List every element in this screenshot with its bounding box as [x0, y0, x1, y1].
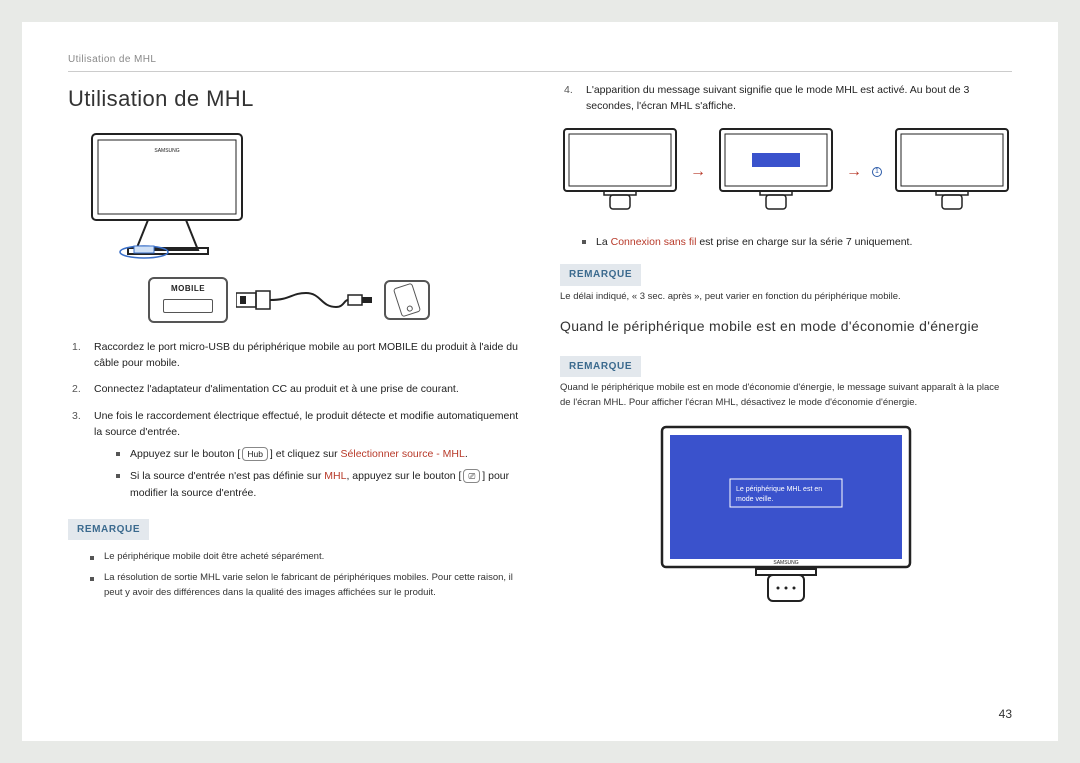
remarque-badge: REMARQUE — [560, 356, 641, 378]
cable-illustration: MOBILE — [148, 277, 520, 322]
arrow-icon: → — [690, 160, 706, 185]
phone-icon — [393, 283, 421, 318]
steps-list: Raccordez le port micro-USB du périphéri… — [72, 339, 520, 501]
arrow-icon: → — [846, 160, 862, 185]
remarque-badge: REMARQUE — [68, 519, 149, 541]
step-1: Raccordez le port micro-USB du périphéri… — [72, 339, 520, 372]
steps-list-continued: L'apparition du message suivant signifie… — [564, 82, 1012, 115]
step-2: Connectez l'adaptateur d'alimentation CC… — [72, 381, 520, 397]
manual-page: Utilisation de MHL Utilisation de MHL SA… — [22, 22, 1058, 741]
right-note-1: Le délai indiqué, « 3 sec. après », peut… — [560, 290, 1012, 305]
subsection-heading: Quand le périphérique mobile est en mode… — [560, 316, 1012, 338]
mini-monitor-1 — [560, 125, 680, 220]
step-3: Une fois le raccordement électrique effe… — [72, 408, 520, 501]
left-note-1: Le périphérique mobile doit être acheté … — [90, 550, 520, 565]
three-monitors-illustration: → → 1 — [560, 125, 1012, 220]
phone-box — [384, 280, 430, 320]
select-source-mhl: Sélectionner source - MHL — [341, 448, 465, 460]
wireless-note: La Connexion sans fil est prise en charg… — [582, 234, 1012, 250]
left-column: Utilisation de MHL SAMSUNG MOBILE — [68, 82, 520, 616]
mini-monitor-3 — [892, 125, 1012, 220]
mobile-port-icon — [163, 299, 213, 313]
right-note-2: Quand le périphérique mobile est en mode… — [560, 381, 1012, 410]
remarque-badge: REMARQUE — [560, 264, 641, 286]
page-title: Utilisation de MHL — [68, 82, 520, 116]
source-button-icon: ⎚ — [463, 469, 480, 483]
wireless-note-list: La Connexion sans fil est prise en charg… — [582, 234, 1012, 250]
wireless-link-text: Connexion sans fil — [611, 236, 697, 248]
sleep-message-line1: Le périphérique MHL est en — [736, 486, 822, 493]
mobile-port-label: MOBILE — [171, 283, 205, 295]
right-column: L'apparition du message suivant signifie… — [560, 82, 1012, 616]
sleep-message-line2: mode veille. — [736, 496, 773, 503]
hub-button-icon: Hub — [242, 447, 268, 461]
svg-text:SAMSUNG: SAMSUNG — [773, 560, 798, 566]
header-rule — [68, 71, 1012, 72]
left-note-2: La résolution de sortie MHL varie selon … — [90, 571, 520, 600]
mini-monitor-2 — [716, 125, 836, 220]
step-3-bullet-1: Appuyez sur le bouton [Hub] et cliquez s… — [116, 446, 520, 462]
left-remarque-list: Le périphérique mobile doit être acheté … — [90, 550, 520, 600]
svg-text:SAMSUNG: SAMSUNG — [154, 148, 179, 154]
step-4: L'apparition du message suivant signifie… — [564, 82, 1012, 115]
two-column-layout: Utilisation de MHL SAMSUNG MOBILE — [68, 82, 1012, 616]
callout-1: 1 — [872, 167, 882, 177]
step-3-bullet-2: Si la source d'entrée n'est pas définie … — [116, 468, 520, 501]
monitor-illustration: SAMSUNG — [88, 130, 258, 265]
large-monitor-illustration: Le périphérique MHL est en mode veille. … — [656, 421, 916, 616]
cable-icon — [236, 285, 376, 315]
mobile-port-box: MOBILE — [148, 277, 228, 322]
page-number: 43 — [999, 707, 1012, 721]
running-header: Utilisation de MHL — [68, 54, 1012, 65]
